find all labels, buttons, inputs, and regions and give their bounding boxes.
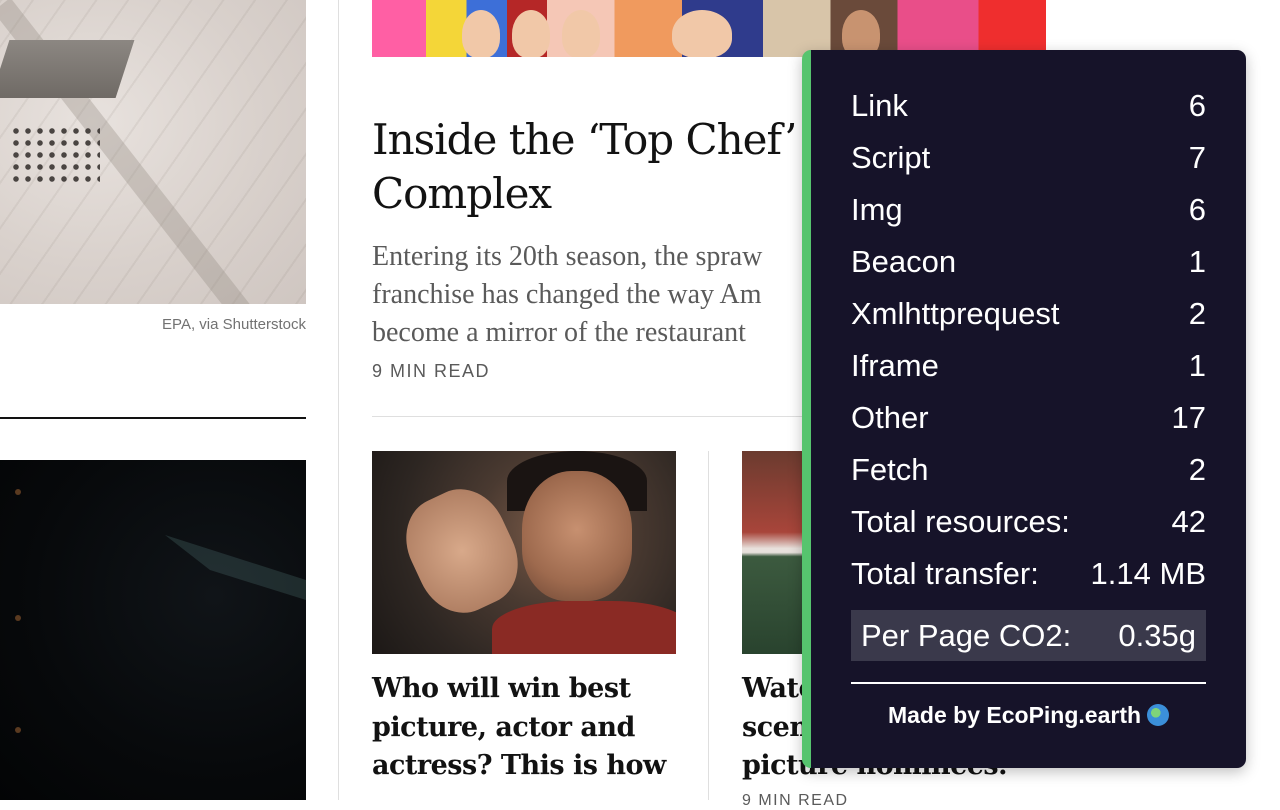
stat-value: 1 [1188,348,1206,383]
aerial-snow-photo[interactable] [0,0,306,304]
read-time: 9 MIN READ [372,361,491,381]
read-time: 9 MIN READ [742,792,849,809]
stat-value: 2 [1188,452,1206,487]
column-divider [338,0,339,800]
photo-face [522,471,632,601]
co2-summary: Per Page CO2: 0.35g [851,610,1206,661]
globe-icon [1147,704,1170,726]
stat-row-link: Link 6 [851,80,1206,132]
card-photo[interactable] [372,451,676,654]
stat-value: 7 [1188,140,1206,175]
made-by-text[interactable]: Made by EcoPing.earth [888,702,1141,728]
dark-photo[interactable] [0,460,306,800]
stat-label: Script [851,140,931,175]
resource-stats: Link 6 Script 7 Img 6 Beacon 1 Xmlhttpre… [851,80,1206,600]
column-divider [708,451,709,800]
stat-row-beacon: Beacon 1 [851,236,1206,288]
stat-label: Total resources: [851,504,1070,539]
stat-label: Other [851,400,929,435]
stat-row-fetch: Fetch 2 [851,444,1206,496]
stat-row-iframe: Iframe 1 [851,340,1206,392]
stat-row-other: Other 17 [851,392,1206,444]
stat-value: 1.14 MB [1090,556,1206,591]
photo-coat [492,601,676,654]
co2-value: 0.35g [1118,617,1196,653]
card-headline[interactable]: Who will win best picture, actor and act… [372,670,672,786]
stat-label: Beacon [851,244,957,279]
photo-building [0,40,135,98]
stat-value: 42 [1171,504,1206,539]
stat-row-xmlhttprequest: Xmlhttprequest 2 [851,288,1206,340]
stat-value: 1 [1188,244,1206,279]
made-by-link[interactable]: Made by EcoPing.earth [851,702,1206,729]
stat-label: Fetch [851,452,929,487]
photo-face [512,10,550,57]
photo-face [462,10,500,57]
photo-cars [10,125,100,185]
stat-value: 17 [1171,400,1206,435]
stat-label: Xmlhttprequest [851,296,1060,331]
photo-face [562,10,600,57]
stat-label: Link [851,88,908,123]
photo-glint [15,489,306,733]
stat-row-script: Script 7 [851,132,1206,184]
stat-row-total-resources: Total resources: 42 [851,496,1206,548]
stat-value: 6 [1188,88,1206,123]
stat-value: 2 [1188,296,1206,331]
photo-face [672,10,732,57]
stat-label: Iframe [851,348,939,383]
popup-divider [851,682,1206,684]
stat-row-img: Img 6 [851,184,1206,236]
top-chef-photo[interactable] [372,0,1046,57]
stat-label: Img [851,192,903,227]
section-divider [0,417,306,419]
stat-row-total-transfer: Total transfer: 1.14 MB [851,548,1206,600]
stat-label: Total transfer: [851,556,1039,591]
photo-credit: EPA, via Shutterstock [162,316,306,333]
co2-label: Per Page CO2: [861,617,1072,653]
stat-value: 6 [1188,192,1206,227]
ecoping-popup: Link 6 Script 7 Img 6 Beacon 1 Xmlhttpre… [802,50,1246,768]
